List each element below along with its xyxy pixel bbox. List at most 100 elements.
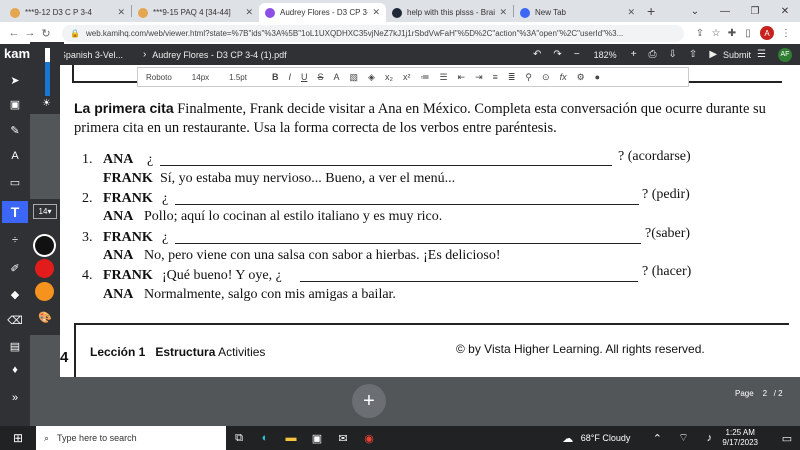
profile-avatar[interactable]: A (760, 26, 774, 40)
user-avatar[interactable]: AF (778, 47, 792, 62)
shapes-icon[interactable]: ◆ (7, 286, 23, 302)
close-tab-icon[interactable]: ✕ (627, 7, 635, 18)
browser-tab-4[interactable]: help with this plsss - Brainly ✕ (386, 3, 513, 22)
tray-chevron-icon[interactable]: ⌃ (644, 426, 670, 450)
upload-icon[interactable]: ⇧ (689, 49, 697, 60)
close-tab-icon[interactable]: ✕ (245, 7, 253, 18)
color-swatch-black[interactable] (35, 236, 54, 255)
undo-icon[interactable]: ↶ (533, 49, 541, 60)
weather-text[interactable]: 68°F Cloudy (581, 433, 631, 443)
answer-blank-1[interactable] (160, 165, 612, 166)
document-title[interactable]: Audrey Flores - D3 CP 3-4 (1).pdf (152, 50, 286, 60)
browser-tab-5[interactable]: New Tab ✕ (514, 3, 641, 22)
color-swatch-orange[interactable] (35, 282, 54, 301)
bullet-list-icon[interactable]: ☰ (439, 72, 447, 83)
notifications-icon[interactable]: ▭ (774, 426, 800, 450)
text-color-icon[interactable]: A (333, 72, 339, 82)
minimize-button[interactable]: — (710, 0, 740, 22)
browser-tab-3-active[interactable]: Audrey Flores - D3 CP 3-4 (1) ✕ (259, 3, 386, 22)
browser-tab-2[interactable]: ***9-15 PAQ 4 [34-44] ✕ (132, 3, 259, 22)
breadcrumb-folder[interactable]: Spanish 3-Vel... (60, 50, 123, 60)
close-tab-icon[interactable]: ✕ (499, 7, 507, 18)
divide-icon[interactable]: ÷ (7, 232, 23, 248)
mail-icon[interactable]: ✉ (330, 426, 356, 450)
extensions-puzzle-icon[interactable]: ✚ (724, 28, 740, 39)
add-media-icon[interactable]: ▤ (7, 338, 23, 354)
answer-blank-2[interactable] (175, 204, 639, 205)
zoom-out-icon[interactable]: − (574, 49, 580, 60)
print-icon[interactable]: ⎙ (649, 49, 657, 60)
task-view-icon[interactable]: ⧉ (226, 426, 252, 450)
menu-dots-icon[interactable]: ⋮ (778, 28, 794, 39)
indent-icon[interactable]: ⇥ (475, 72, 483, 83)
signature-icon[interactable]: ♦ (7, 362, 23, 378)
reload-button[interactable]: ↻ (38, 27, 54, 40)
italic-icon[interactable]: I (288, 72, 291, 82)
redo-icon[interactable]: ↷ (553, 49, 561, 60)
highlight-color-icon[interactable]: ▧ (350, 72, 359, 83)
settings-gear-icon[interactable]: ⚙ (577, 72, 585, 83)
text-tool-icon[interactable]: T (2, 201, 28, 223)
outdent-icon[interactable]: ⇤ (458, 72, 466, 83)
volume-icon[interactable]: ♪ (696, 426, 722, 450)
edge-icon[interactable]: ◐ (252, 426, 278, 450)
chevron-down-icon[interactable]: ⌄ (680, 0, 710, 22)
numbered-list-icon[interactable]: ≔ (420, 72, 429, 83)
forward-button[interactable]: → (22, 27, 38, 39)
align-center-icon[interactable]: ≣ (508, 72, 516, 83)
windows-start-icon[interactable]: ⊞ (0, 426, 36, 450)
accessibility-icon[interactable]: ⊙ (542, 72, 550, 83)
expand-chevron-icon[interactable]: » (7, 390, 23, 406)
text-size-select[interactable]: 14 ▾ (33, 204, 57, 219)
close-tab-icon[interactable]: ✕ (372, 7, 380, 18)
superscript-icon[interactable]: x² (403, 72, 411, 82)
close-window-button[interactable]: ✕ (770, 0, 800, 22)
microphone-icon[interactable]: ● (595, 72, 600, 82)
link-icon[interactable]: ⚲ (525, 72, 532, 83)
network-icon[interactable]: ⌔ (670, 426, 696, 450)
close-tab-icon[interactable]: ✕ (117, 7, 125, 18)
underline-icon[interactable]: U (301, 72, 308, 82)
share-icon[interactable]: ⇪ (692, 28, 708, 39)
chrome-icon[interactable]: ◉ (356, 426, 382, 450)
menu-icon[interactable]: ☰ (757, 49, 766, 60)
submit-button[interactable]: Submit (723, 50, 751, 60)
file-explorer-icon[interactable]: ▬ (278, 426, 304, 450)
cursor-icon[interactable]: ➤ (7, 72, 23, 88)
store-icon[interactable]: ▣ (304, 426, 330, 450)
new-tab-button[interactable]: + (647, 3, 655, 19)
taskbar-search[interactable]: ⌕ Type here to search (36, 426, 226, 450)
sidebar-icon[interactable]: ▯ (740, 28, 756, 39)
font-size-select[interactable]: 14px (192, 73, 209, 82)
back-button[interactable]: ← (6, 27, 22, 39)
fill-icon[interactable]: ◈ (368, 72, 375, 83)
zoom-level[interactable]: 182% (594, 50, 617, 60)
palette-icon[interactable]: 🎨 (37, 309, 53, 325)
drawing-icon[interactable]: ✐ (7, 260, 23, 276)
line-height-select[interactable]: 1.5pt (229, 73, 247, 82)
download-icon[interactable]: ⇩ (669, 49, 677, 60)
font-family-select[interactable]: Roboto (146, 73, 172, 82)
strikethrough-icon[interactable]: S (317, 72, 323, 82)
browser-tab-1[interactable]: ***9-12 D3 C P 3-4 ✕ (4, 3, 131, 22)
align-left-icon[interactable]: ≡ (493, 72, 498, 82)
system-clock[interactable]: 1:25 AM 9/17/2023 (722, 428, 758, 448)
answer-blank-4[interactable] (300, 281, 638, 282)
add-page-button[interactable]: + (352, 384, 386, 418)
answer-blank-3[interactable] (175, 243, 641, 244)
comment-icon[interactable]: ▭ (7, 174, 23, 190)
dictionary-icon[interactable]: ▣ (7, 96, 23, 112)
highlighter-icon[interactable]: ✎ (7, 122, 23, 138)
url-field[interactable]: 🔒 web.kamihq.com/web/viewer.html?state=%… (62, 24, 684, 42)
underline-tool-icon[interactable]: A (7, 148, 23, 164)
eraser-icon[interactable]: ⌫ (7, 312, 23, 328)
bookmark-star-icon[interactable]: ☆ (708, 28, 724, 39)
page-current[interactable]: 2 (763, 389, 767, 398)
color-swatch-red[interactable] (35, 259, 54, 278)
zoom-in-icon[interactable]: + (631, 49, 637, 60)
maximize-button[interactable]: ❐ (740, 0, 770, 22)
subscript-icon[interactable]: x₂ (385, 72, 393, 82)
bold-icon[interactable]: B (272, 72, 279, 82)
slider-fill[interactable] (45, 62, 50, 96)
formula-icon[interactable]: fx (560, 72, 567, 82)
